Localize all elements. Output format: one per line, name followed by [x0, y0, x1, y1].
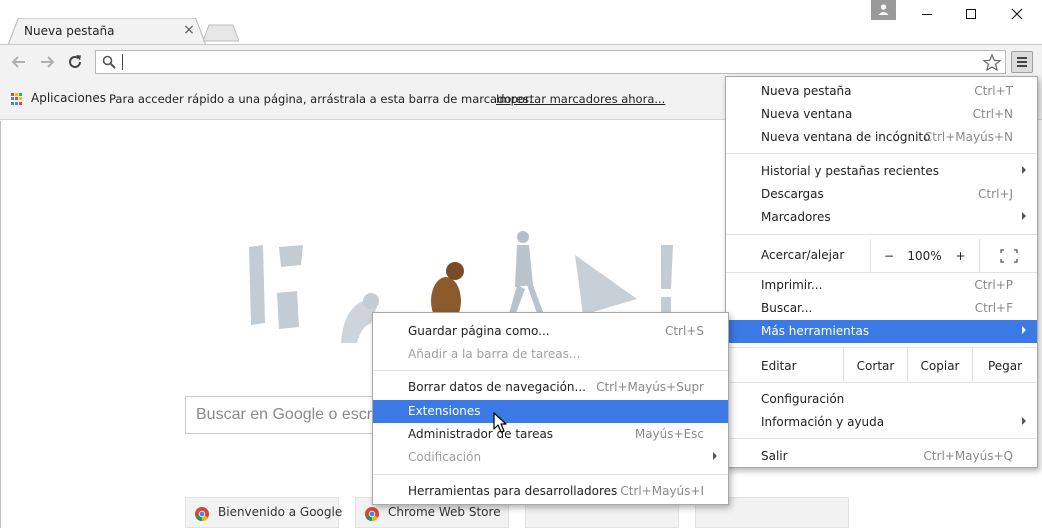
text-caret: [122, 54, 123, 70]
mouse-pointer-icon: [493, 412, 507, 433]
menu-item-settings[interactable]: Configuración: [726, 388, 1037, 411]
menu-item-new-tab[interactable]: Nueva pestaña Ctrl+T: [726, 80, 1037, 103]
menu-separator: [726, 153, 1037, 154]
chevron-right-icon: [713, 452, 717, 460]
menu-item-print[interactable]: Imprimir... Ctrl+P: [726, 274, 1037, 297]
menu-item-task-manager[interactable]: Administrador de tareas Mayús+Esc: [373, 423, 728, 446]
tab-close-icon[interactable]: ×: [180, 21, 198, 39]
maximize-icon: [966, 9, 976, 19]
chrome-menu: Nueva pestaña Ctrl+T Nueva ventana Ctrl+…: [725, 76, 1038, 468]
most-visited-tile[interactable]: Bienvenido a Google: [185, 497, 343, 528]
minimize-icon: [922, 14, 932, 15]
chevron-right-icon: [1022, 212, 1026, 220]
search-placeholder: Buscar en Google o escr: [196, 406, 373, 423]
menu-item-bookmarks[interactable]: Marcadores: [726, 206, 1037, 229]
tile-title: Chrome Web Store: [388, 505, 501, 519]
menu-item-dev-tools[interactable]: Herramientas para desarrolladores Ctrl+M…: [373, 480, 728, 503]
arrow-right-icon: [41, 56, 55, 68]
menu-item-exit[interactable]: Salir Ctrl+Mayús+Q: [726, 445, 1037, 468]
profile-button[interactable]: [871, 0, 896, 20]
menu-item-find[interactable]: Buscar... Ctrl+F: [726, 297, 1037, 320]
menu-item-history[interactable]: Historial y pestañas recientes: [726, 160, 1037, 183]
chevron-right-icon: [1022, 417, 1026, 425]
close-icon: [1011, 8, 1023, 20]
omnibox[interactable]: [95, 50, 1006, 74]
zoom-level: 100%: [907, 248, 942, 263]
reload-button[interactable]: [62, 49, 88, 75]
hamburger-icon: [1017, 57, 1027, 59]
chrome-menu-button[interactable]: [1011, 51, 1033, 73]
chevron-right-icon: [1022, 326, 1026, 334]
edit-row: Editar Cortar Copiar Pegar: [726, 349, 1037, 382]
apps-button[interactable]: Aplicaciones: [31, 91, 106, 105]
maximize-button[interactable]: [949, 0, 993, 28]
menu-separator: [373, 370, 728, 371]
menu-item-downloads[interactable]: Descargas Ctrl+J: [726, 183, 1037, 206]
toolbar: [0, 44, 1042, 78]
tab-title: Nueva pestaña: [24, 24, 115, 38]
back-button[interactable]: [6, 49, 32, 75]
menu-item-add-taskbar[interactable]: Añadir a la barra de tareas...: [373, 343, 728, 366]
menu-item-extensions[interactable]: Extensiones: [373, 400, 728, 423]
menu-item-more-tools[interactable]: Más herramientas: [726, 320, 1037, 343]
chrome-icon: [365, 507, 379, 522]
menu-item-save-page[interactable]: Guardar página como... Ctrl+S: [373, 320, 728, 343]
magnifier-icon: [102, 55, 116, 69]
arrow-left-icon: [11, 56, 25, 68]
cut-button[interactable]: Cortar: [843, 349, 907, 382]
tab-new-tab[interactable]: Nueva pestaña ×: [8, 18, 206, 45]
menu-item-incognito[interactable]: Nueva ventana de incógnito Ctrl+Mayús+N: [726, 126, 1037, 149]
address-input[interactable]: [126, 53, 966, 71]
zoom-in-button[interactable]: +: [942, 239, 979, 272]
menu-item-new-window[interactable]: Nueva ventana Ctrl+N: [726, 103, 1037, 126]
menu-separator: [726, 347, 1037, 348]
zoom-row: Acercar/alejar − 100% +: [726, 239, 1037, 272]
reload-icon: [69, 55, 81, 68]
menu-item-encoding[interactable]: Codificación: [373, 446, 728, 469]
apps-grid-icon[interactable]: [11, 93, 23, 105]
menu-separator: [726, 382, 1037, 383]
fullscreen-icon: [999, 248, 1018, 263]
title-bar: Nueva pestaña ×: [0, 0, 1042, 45]
minimize-button[interactable]: [905, 0, 949, 28]
menu-item-clear-data[interactable]: Borrar datos de navegación... Ctrl+Mayús…: [373, 376, 728, 399]
menu-separator: [726, 234, 1037, 235]
import-bookmarks-link[interactable]: Importar marcadores ahora...: [496, 92, 665, 106]
hamburger-icon: [1017, 65, 1027, 67]
fullscreen-button[interactable]: [979, 239, 1037, 272]
forward-button[interactable]: [34, 49, 60, 75]
menu-item-help[interactable]: Información y ayuda: [726, 411, 1037, 434]
zoom-out-button[interactable]: −: [870, 239, 907, 272]
copy-button[interactable]: Copiar: [907, 349, 972, 382]
close-window-button[interactable]: [993, 0, 1042, 28]
star-icon[interactable]: [982, 53, 1002, 73]
more-tools-submenu: Guardar página como... Ctrl+S Añadir a l…: [372, 312, 729, 505]
tile-title: Bienvenido a Google: [218, 505, 343, 519]
person-icon: [878, 4, 889, 15]
menu-separator: [726, 438, 1037, 439]
chevron-right-icon: [1022, 166, 1026, 174]
paste-button[interactable]: Pegar: [972, 349, 1037, 382]
new-tab-button[interactable]: [203, 24, 239, 42]
hamburger-icon: [1017, 61, 1027, 63]
menu-separator: [726, 272, 1037, 273]
edit-label: Editar: [761, 359, 797, 373]
chrome-icon: [195, 507, 209, 522]
zoom-label: Acercar/alejar: [761, 248, 845, 262]
bookmarks-hint: Para acceder rápido a una página, arrást…: [109, 92, 533, 106]
menu-separator: [373, 474, 728, 475]
